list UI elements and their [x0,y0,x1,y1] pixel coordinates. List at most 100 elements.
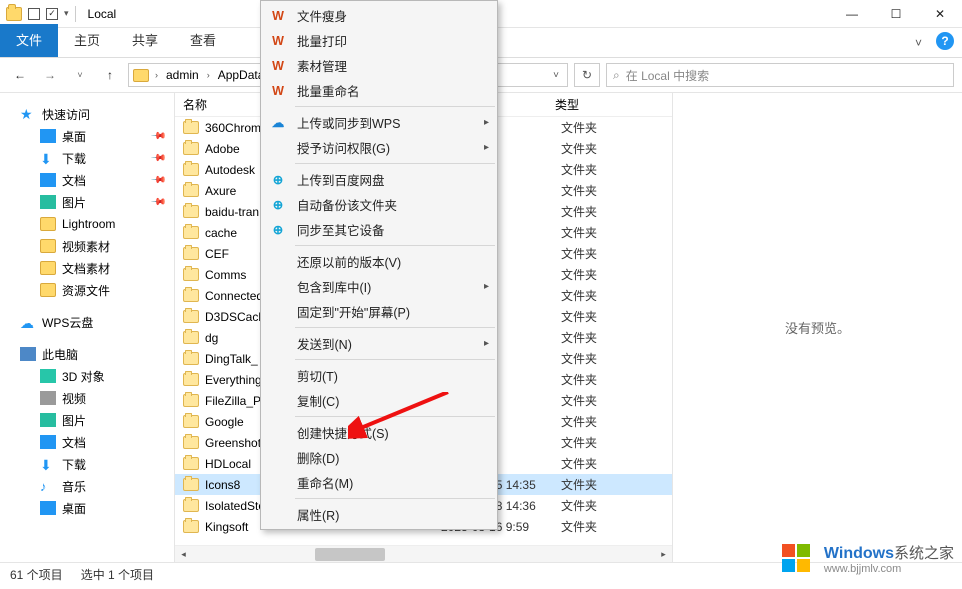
up-button[interactable]: ↑ [98,63,122,87]
label: 固定到"开始"屏幕(P) [297,302,410,321]
menu-batch-rename[interactable]: W批量重命名 [261,78,497,103]
nav-desktop2[interactable]: 桌面 [0,497,174,519]
help-icon[interactable]: ? [936,32,954,50]
minimize-button[interactable]: — [830,0,874,28]
pin-icon: 📌 [149,150,166,167]
menu-separator [295,245,495,246]
baidu-icon: ⊕ [269,222,287,237]
menu-rename[interactable]: 重命名(M) [261,470,497,495]
label: 快速访问 [42,106,90,123]
wps-icon: W [269,84,287,98]
nav-pictures2[interactable]: 图片 [0,409,174,431]
recent-dropdown[interactable]: ˅ [68,63,92,87]
watermark-text2: 系统之家 [894,545,954,562]
close-button[interactable]: ✕ [918,0,962,28]
label: 上传到百度网盘 [297,170,385,189]
nav-video-material[interactable]: 视频素材 [0,235,174,257]
menu-library[interactable]: 包含到库中(I)▸ [261,274,497,299]
label: 此电脑 [42,346,78,363]
folder-icon [183,352,199,365]
forward-button[interactable]: → [38,63,62,87]
file-type: 文件夹 [561,392,661,409]
nav-3d-objects[interactable]: 3D 对象 [0,365,174,387]
nav-documents[interactable]: 文档📌 [0,169,174,191]
nav-documents2[interactable]: 文档 [0,431,174,453]
qat-checkbox-checked[interactable]: ✓ [46,8,58,20]
label: 素材管理 [297,56,347,75]
menu-copy[interactable]: 复制(C) [261,388,497,413]
menu-shortcut[interactable]: 创建快捷方式(S) [261,420,497,445]
nav-wps-cloud[interactable]: WPS云盘 [0,311,174,333]
label: 图片 [62,412,86,429]
nav-resource[interactable]: 资源文件 [0,279,174,301]
nav-desktop[interactable]: 桌面📌 [0,125,174,147]
label: 授予访问权限(G) [297,138,390,157]
scroll-right-icon[interactable]: ▸ [655,546,672,563]
nav-doc-material[interactable]: 文档素材 [0,257,174,279]
scroll-thumb[interactable] [315,548,385,561]
menu-grant-access[interactable]: 授予访问权限(G)▸ [261,135,497,160]
cube-icon [40,369,56,383]
menu-backup[interactable]: ⊕自动备份该文件夹 [261,192,497,217]
address-dropdown-icon[interactable]: ˅ [549,70,563,81]
menu-delete[interactable]: 删除(D) [261,445,497,470]
nav-downloads2[interactable]: 下载 [0,453,174,475]
maximize-button[interactable]: ☐ [874,0,918,28]
folder-icon [40,283,56,297]
horizontal-scrollbar[interactable]: ◂ ▸ [175,545,672,562]
breadcrumb-item[interactable]: AppData [216,68,267,82]
menu-cut[interactable]: 剪切(T) [261,363,497,388]
menu-restore[interactable]: 还原以前的版本(V) [261,249,497,274]
back-button[interactable]: ← [8,63,32,87]
folder-icon [183,226,199,239]
menu-batch-print[interactable]: W批量打印 [261,28,497,53]
refresh-button[interactable]: ↻ [574,63,600,87]
pin-icon: 📌 [149,194,166,211]
menu-upload-wps[interactable]: ☁上传或同步到WPS▸ [261,110,497,135]
col-type[interactable]: 类型 [555,96,655,113]
menu-material[interactable]: W素材管理 [261,53,497,78]
label: 音乐 [62,478,86,495]
wps-icon: W [269,34,287,48]
folder-icon [183,289,199,302]
breadcrumb-item[interactable]: admin [164,68,201,82]
menu-send-to[interactable]: 发送到(N)▸ [261,331,497,356]
tab-share[interactable]: 共享 [116,24,174,57]
quick-access-toolbar: ✓ ▾ [0,6,82,22]
menu-sync[interactable]: ⊕同步至其它设备 [261,217,497,242]
nav-downloads[interactable]: 下载📌 [0,147,174,169]
desktop-icon [40,129,56,143]
preview-text: 没有预览。 [785,318,850,337]
label: 视频素材 [62,238,110,255]
nav-pictures[interactable]: 图片📌 [0,191,174,213]
label: 还原以前的版本(V) [297,252,401,271]
qat-dropdown-icon[interactable]: ▾ [64,8,69,19]
menu-slim[interactable]: W文件瘦身 [261,3,497,28]
chevron-right-icon[interactable]: › [205,70,212,80]
search-input[interactable]: ⌕ 在 Local 中搜索 [606,63,954,87]
folder-icon [183,373,199,386]
scroll-left-icon[interactable]: ◂ [175,546,192,563]
search-icon: ⌕ [613,68,620,83]
menu-baidu[interactable]: ⊕上传到百度网盘 [261,167,497,192]
collapse-ribbon-icon[interactable]: ˅ [915,36,922,50]
file-type: 文件夹 [561,455,661,472]
chevron-right-icon[interactable]: › [153,70,160,80]
tab-view[interactable]: 查看 [174,24,232,57]
menu-pin-start[interactable]: 固定到"开始"屏幕(P) [261,299,497,324]
nav-this-pc[interactable]: 此电脑 [0,343,174,365]
nav-quick-access[interactable]: ★快速访问 [0,103,174,125]
qat-checkbox[interactable] [28,8,40,20]
label: 资源文件 [62,282,110,299]
nav-videos[interactable]: 视频 [0,387,174,409]
context-menu: W文件瘦身 W批量打印 W素材管理 W批量重命名 ☁上传或同步到WPS▸ 授予访… [260,0,498,530]
folder-icon [183,331,199,344]
nav-music[interactable]: 音乐 [0,475,174,497]
nav-lightroom[interactable]: Lightroom [0,213,174,235]
folder-icon [183,205,199,218]
tab-home[interactable]: 主页 [58,24,116,57]
label: 删除(D) [297,448,339,467]
tab-file[interactable]: 文件 [0,24,58,57]
menu-properties[interactable]: 属性(R) [261,502,497,527]
menu-separator [295,498,495,499]
